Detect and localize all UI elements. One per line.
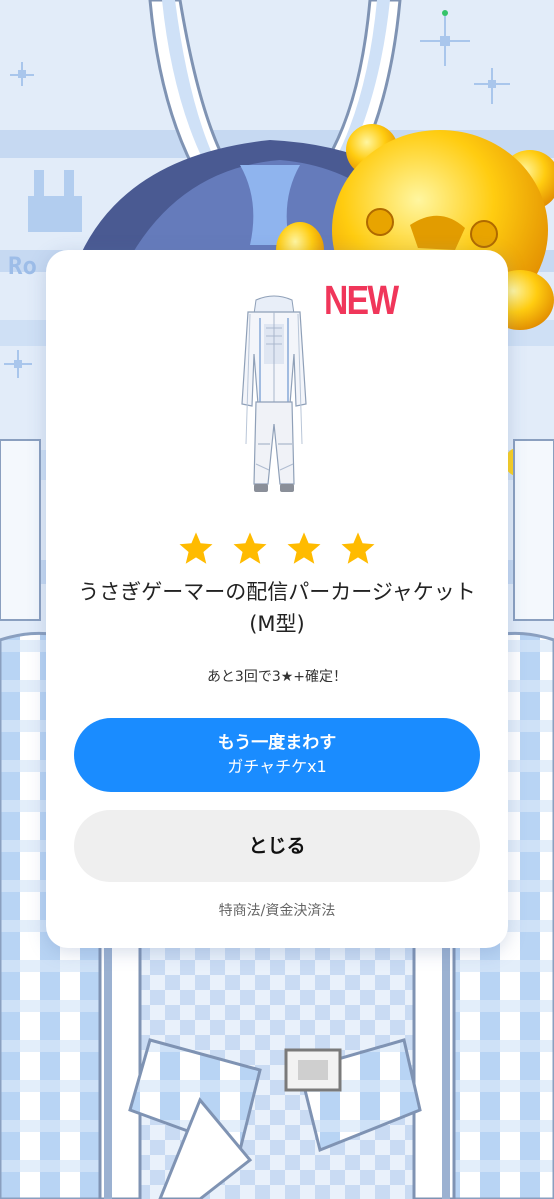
spin-again-button[interactable]: もう一度まわす ガチャチケx1 bbox=[74, 718, 480, 792]
close-button[interactable]: とじる bbox=[74, 810, 480, 882]
background-logo-text: Ro bbox=[8, 252, 37, 280]
new-badge: NEW bbox=[324, 277, 399, 323]
spin-again-label: もう一度まわす bbox=[217, 733, 337, 753]
item-image-parka-outfit bbox=[241, 295, 307, 492]
gacha-result-dialog: NEW うさぎゲーマーの配信パーカージャケット (M型) あと3回で3★+確定！… bbox=[46, 250, 508, 948]
spin-cost-label: ガチャチケx1 bbox=[227, 757, 327, 776]
item-name: うさぎゲーマーの配信パーカージャケット (M型) bbox=[78, 580, 476, 636]
star-icon bbox=[179, 532, 213, 564]
legal-notice-link[interactable]: 特商法/資金決済法 bbox=[46, 902, 508, 920]
gacha-result-screen: Ro NEW うさぎゲーマーの配信パーカージャケット (M型) あと3回で3★+… bbox=[0, 0, 554, 1199]
star-icon bbox=[287, 532, 321, 564]
pity-guarantee-note: あと3回で3★+確定！ bbox=[206, 669, 348, 685]
rarity-stars bbox=[46, 530, 508, 570]
star-icon bbox=[233, 532, 267, 564]
star-icon bbox=[341, 532, 375, 564]
camera-indicator-dot bbox=[442, 10, 448, 16]
